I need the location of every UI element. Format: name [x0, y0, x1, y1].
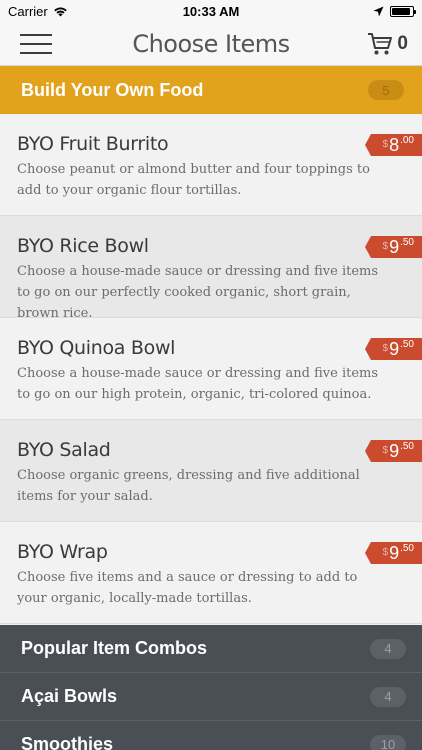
price-tag: $ 9 .50 — [364, 236, 422, 258]
section-title: Popular Item Combos — [21, 638, 208, 658]
price-currency: $ — [382, 139, 389, 150]
section-title: Smoothies — [21, 734, 114, 750]
status-right — [373, 5, 416, 17]
item-description: Choose a house-made sauce or dressing an… — [17, 264, 379, 321]
item-description: Choose peanut or almond butter and four … — [17, 162, 370, 198]
section-header-popular-combos[interactable]: Popular Item Combos 4 — [0, 625, 422, 673]
section-header-acai-bowls[interactable]: Açai Bowls 4 — [0, 673, 422, 721]
price-whole: 9 — [389, 543, 400, 563]
cart-count: 0 — [397, 32, 408, 54]
price-tag: $ 9 .50 — [364, 440, 422, 462]
status-left: Carrier — [8, 4, 68, 19]
list-item[interactable]: BYO Fruit Burrito Choose peanut or almon… — [0, 114, 422, 216]
price-tag: $ 9 .50 — [364, 542, 422, 564]
item-list: BYO Fruit Burrito Choose peanut or almon… — [0, 114, 422, 624]
price-cents: .00 — [400, 135, 414, 146]
battery-level — [392, 7, 410, 15]
section-header-build-your-own[interactable]: Build Your Own Food 5 — [0, 66, 422, 114]
item-name: BYO Fruit Burrito — [17, 133, 169, 155]
item-name: BYO Wrap — [17, 541, 108, 563]
battery-icon — [390, 5, 416, 17]
section-title: Build Your Own Food — [21, 79, 204, 100]
menu-icon[interactable] — [20, 33, 52, 54]
section-count-badge: 10 — [370, 734, 406, 750]
section-title: Açai Bowls — [21, 686, 118, 706]
price-cents: .50 — [400, 339, 414, 350]
section-header-smoothies[interactable]: Smoothies 10 — [0, 721, 422, 750]
carrier-label: Carrier — [8, 3, 48, 19]
nav-bar: Choose Items 0 — [0, 22, 422, 66]
page-title: Choose Items — [132, 29, 290, 58]
cart-icon — [368, 32, 393, 54]
collapsed-sections: Popular Item Combos 4 Açai Bowls 4 Smoot… — [0, 625, 422, 750]
price-whole: 9 — [389, 441, 400, 461]
section-count-badge: 4 — [370, 686, 406, 707]
price-whole: 9 — [389, 339, 400, 359]
price-cents: .50 — [400, 543, 414, 554]
price-whole: 9 — [389, 237, 400, 257]
item-description: Choose five items and a sauce or dressin… — [17, 570, 358, 606]
price-currency: $ — [382, 547, 389, 558]
location-arrow-icon — [373, 6, 384, 16]
list-item[interactable]: BYO Quinoa Bowl Choose a house-made sauc… — [0, 318, 422, 420]
section-count-badge: 5 — [368, 80, 404, 100]
price-currency: $ — [382, 445, 389, 456]
price-currency: $ — [382, 343, 389, 354]
wifi-icon — [53, 7, 67, 16]
list-item[interactable]: BYO Salad Choose organic greens, dressin… — [0, 420, 422, 522]
price-currency: $ — [382, 241, 389, 252]
price-cents: .50 — [400, 237, 414, 248]
item-name: BYO Rice Bowl — [17, 235, 149, 257]
item-description: Choose a house-made sauce or dressing an… — [17, 366, 379, 402]
cart-button[interactable]: 0 — [367, 32, 408, 56]
section-count-badge: 4 — [370, 638, 406, 659]
list-item[interactable]: BYO Wrap Choose five items and a sauce o… — [0, 522, 422, 624]
price-tag: $ 8 .00 — [364, 134, 422, 156]
item-description: Choose organic greens, dressing and five… — [17, 468, 360, 504]
item-name: BYO Salad — [17, 439, 111, 461]
item-name: BYO Quinoa Bowl — [17, 337, 176, 359]
status-bar: Carrier 10:33 AM — [0, 0, 422, 22]
list-item[interactable]: BYO Rice Bowl Choose a house-made sauce … — [0, 216, 422, 321]
price-cents: .50 — [400, 441, 414, 452]
price-tag: $ 9 .50 — [364, 338, 422, 360]
price-whole: 8 — [389, 135, 400, 155]
